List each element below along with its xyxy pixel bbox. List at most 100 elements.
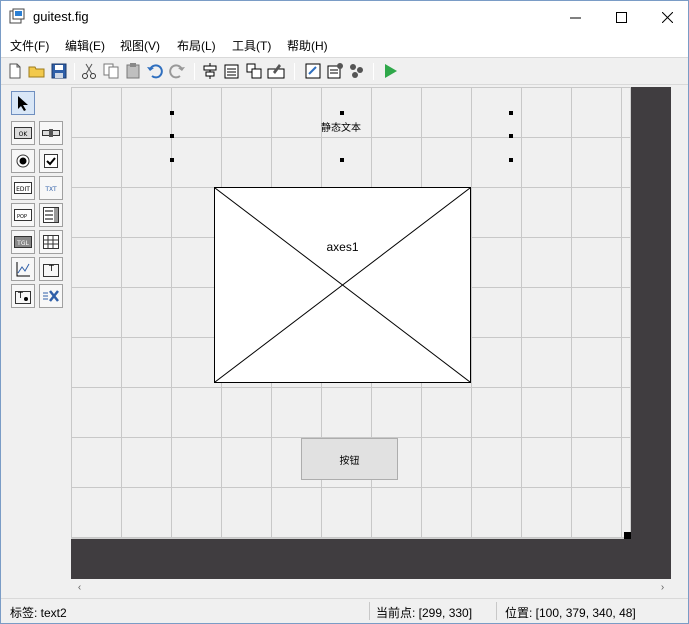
listbox-tool[interactable] <box>39 203 63 227</box>
axes-label: axes1 <box>326 240 359 254</box>
select-arrow-icon <box>18 96 28 111</box>
status-current-point: 当前点: [299, 330] <box>376 606 473 620</box>
svg-text:OK: OK <box>19 131 29 138</box>
scroll-right-icon[interactable]: › <box>654 580 671 595</box>
new-file-icon[interactable] <box>6 62 24 80</box>
table-icon <box>43 235 59 249</box>
maximize-icon <box>615 11 627 23</box>
editor-icon[interactable] <box>304 62 322 80</box>
guide-window: guitest.fig 文件(F) 编辑(E) 视图(V) 布局(L) 工具(T… <box>0 0 689 624</box>
edit-text-icon: EDIT <box>14 182 32 194</box>
toggle-button-icon: TGL <box>14 236 32 248</box>
axes-tool[interactable] <box>11 257 35 281</box>
checkbox-tool[interactable] <box>39 149 63 173</box>
static-text-icon: TXT <box>44 186 57 193</box>
axes-placeholder-cross <box>215 188 470 382</box>
button-group-tool[interactable]: T <box>11 284 35 308</box>
horizontal-scrollbar[interactable]: ‹ › <box>71 579 671 596</box>
status-bar: 标签: text2 当前点: [299, 330] 位置: [100, 379,… <box>1 598 688 623</box>
scroll-left-icon[interactable]: ‹ <box>71 580 88 595</box>
slider-tool[interactable] <box>39 121 63 145</box>
popup-menu-icon: POP <box>14 209 32 221</box>
activex-tool[interactable] <box>39 284 63 308</box>
radio-button-tool[interactable] <box>11 149 35 173</box>
layout-area: 静态文本 axes1 按钮 <box>71 87 671 579</box>
undo-icon[interactable] <box>146 62 164 80</box>
selection-handle[interactable] <box>340 158 344 162</box>
selection-handle[interactable] <box>340 111 344 115</box>
svg-text:T: T <box>48 264 54 273</box>
axes-component[interactable]: axes1 <box>214 187 471 383</box>
status-divider <box>369 602 370 620</box>
button-group-icon: T <box>15 291 31 304</box>
minimize-icon <box>569 17 581 18</box>
selection-handle[interactable] <box>170 111 174 115</box>
run-icon[interactable] <box>381 62 399 80</box>
edit-text-tool[interactable]: EDIT <box>11 176 35 200</box>
listbox-icon <box>43 207 59 223</box>
tab-order-icon[interactable] <box>245 62 263 80</box>
push-button-tool[interactable]: OK <box>11 121 35 145</box>
toggle-button-tool[interactable]: TGL <box>11 230 35 254</box>
menu-view[interactable]: 视图(V) <box>120 37 160 54</box>
table-tool[interactable] <box>39 230 63 254</box>
axes-icon <box>16 262 30 277</box>
maximize-button[interactable] <box>598 1 644 33</box>
paste-icon[interactable] <box>124 62 142 80</box>
property-inspector-icon[interactable] <box>326 62 344 80</box>
selection-handle[interactable] <box>509 111 513 115</box>
slider-icon <box>42 129 60 137</box>
svg-text:POP: POP <box>17 214 27 220</box>
checkbox-icon <box>44 154 58 168</box>
align-icon[interactable] <box>201 62 219 80</box>
toolbar-separator <box>194 63 195 80</box>
close-icon <box>661 11 673 23</box>
cut-icon[interactable] <box>80 62 98 80</box>
selection-handle[interactable] <box>170 134 174 138</box>
menu-editor-icon[interactable] <box>223 62 241 80</box>
object-browser-icon[interactable] <box>348 62 366 80</box>
menu-layout[interactable]: 布局(L) <box>177 37 216 54</box>
activex-icon <box>43 290 59 302</box>
fig-file-icon <box>9 8 25 24</box>
component-palette: OK EDIT TXT POP TGL T T <box>9 87 67 577</box>
menu-bar: 文件(F) 编辑(E) 视图(V) 布局(L) 工具(T) 帮助(H) <box>1 33 688 57</box>
toolbar <box>1 57 688 85</box>
push-button-label: 按钮 <box>339 455 360 467</box>
svg-text:TXT: TXT <box>44 186 57 193</box>
static-text-tool[interactable]: TXT <box>39 176 63 200</box>
toolbar-separator <box>294 63 295 80</box>
static-text-label: 静态文本 <box>321 123 361 134</box>
select-tool-button[interactable] <box>11 91 35 115</box>
menu-edit[interactable]: 编辑(E) <box>65 37 105 54</box>
selection-handle[interactable] <box>509 158 513 162</box>
svg-text:EDIT: EDIT <box>16 186 30 193</box>
toolbar-editor-icon[interactable] <box>267 62 285 80</box>
panel-icon: T <box>43 264 59 277</box>
menu-file[interactable]: 文件(F) <box>10 37 49 54</box>
popup-menu-tool[interactable]: POP <box>11 203 35 227</box>
panel-tool[interactable]: T <box>39 257 63 281</box>
redo-icon[interactable] <box>168 62 186 80</box>
toolbar-separator <box>74 63 75 80</box>
selection-handle[interactable] <box>509 134 513 138</box>
window-title: guitest.fig <box>33 9 89 24</box>
menu-tools[interactable]: 工具(T) <box>232 37 271 54</box>
title-bar: guitest.fig <box>1 1 688 33</box>
selection-handle[interactable] <box>170 158 174 162</box>
figure-resize-handle[interactable] <box>624 532 631 539</box>
figure-canvas[interactable]: 静态文本 axes1 按钮 <box>71 87 631 539</box>
status-position: 位置: [100, 379, 340, 48] <box>505 606 636 620</box>
close-button[interactable] <box>644 1 689 33</box>
menu-help[interactable]: 帮助(H) <box>287 37 328 54</box>
copy-icon[interactable] <box>102 62 120 80</box>
toolbar-separator <box>373 63 374 80</box>
status-tag: 标签: text2 <box>10 606 67 620</box>
static-text-component[interactable]: 静态文本 <box>171 113 511 161</box>
status-divider <box>496 602 497 620</box>
minimize-button[interactable] <box>552 1 598 33</box>
push-button-component[interactable]: 按钮 <box>301 438 398 480</box>
open-folder-icon[interactable] <box>28 62 46 80</box>
svg-text:TGL: TGL <box>16 240 29 247</box>
save-icon[interactable] <box>50 62 68 80</box>
